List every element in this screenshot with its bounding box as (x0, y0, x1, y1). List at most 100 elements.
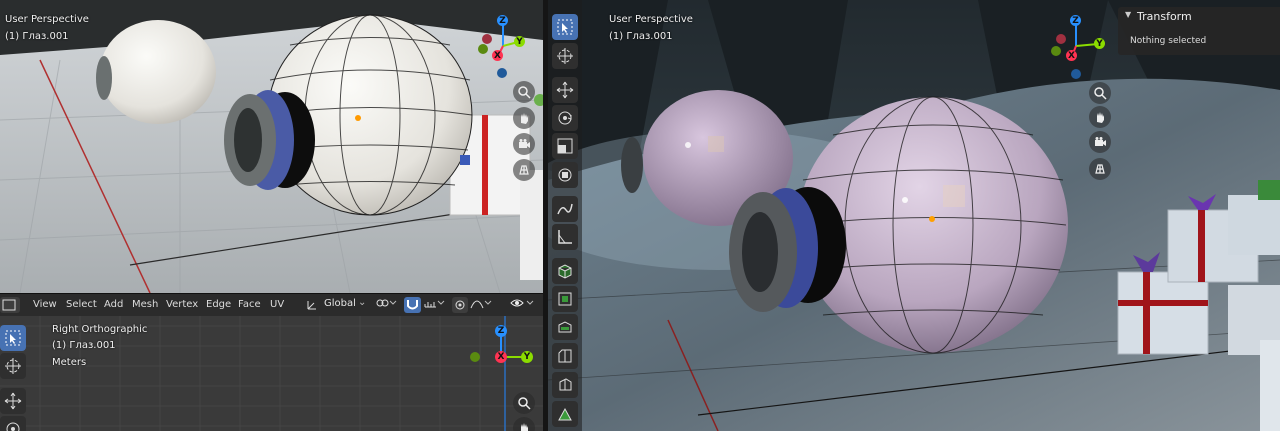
annotate-tool[interactable] (552, 196, 578, 222)
move-icon (556, 81, 574, 99)
right-camera-button[interactable] (1089, 131, 1111, 153)
bevel-icon (558, 349, 572, 363)
grid-icon (519, 165, 529, 175)
add-cube-tool[interactable] (552, 258, 578, 284)
grid-icon (1095, 164, 1105, 174)
loopcut-icon (559, 378, 572, 391)
right-gizmo-y-axis[interactable]: Y (1094, 38, 1105, 49)
right-view-label: User Perspective (609, 14, 693, 25)
panel-collapse-icon: ▼ (1125, 10, 1132, 19)
knife-tool[interactable] (552, 401, 578, 427)
visibility-dropdown[interactable] (510, 296, 540, 314)
pivot-point-dropdown[interactable] (375, 296, 401, 314)
ortho-zoom-button[interactable] (513, 392, 535, 414)
transform-orientation-dropdown[interactable]: Global ⌄ (306, 296, 368, 314)
scale-tool[interactable] (552, 133, 578, 159)
right-pan-button[interactable] (1089, 106, 1111, 128)
rotate-icon (558, 111, 572, 125)
editor-type-icon (2, 299, 16, 311)
menu-add[interactable]: Add (104, 294, 123, 316)
loopcut-tool[interactable] (552, 372, 578, 398)
move-tool[interactable] (552, 77, 578, 103)
left-gizmo-neg-y-axis[interactable] (478, 44, 488, 54)
annotate-icon (557, 203, 573, 215)
left-gizmo-z-axis[interactable]: Z (497, 15, 508, 26)
menu-mesh[interactable]: Mesh (132, 294, 158, 316)
transform-orientation-value: Global (324, 298, 356, 309)
chevron-down-icon: ⌄ (358, 297, 367, 308)
left-gizmo-x-axis[interactable]: X (492, 50, 503, 61)
rotate-icon (6, 422, 20, 431)
hand-icon (521, 423, 528, 431)
left-zoom-button[interactable] (513, 81, 535, 103)
ortho-move-tool[interactable] (0, 388, 26, 414)
left-pan-button[interactable] (513, 107, 535, 129)
scale-icon (557, 138, 573, 154)
ortho-axis-gizmo[interactable]: Z Y X (465, 322, 540, 372)
editor-type-button[interactable] (0, 297, 20, 313)
ortho-viewport[interactable]: Right Orthographic (1) Глаз.001 Meters Z… (0, 316, 543, 431)
falloff-curve-icon (470, 300, 492, 309)
ortho-select-tool[interactable] (0, 325, 26, 351)
left-view-label: User Perspective (5, 14, 89, 25)
menu-uv[interactable]: UV (270, 294, 284, 316)
eye-icon (510, 299, 534, 307)
left-gizmo-neg-z-axis[interactable] (497, 68, 507, 78)
transform-panel-header[interactable]: ▼ Transform (1118, 7, 1280, 27)
right-axis-gizmo[interactable]: Z Y X (1048, 12, 1108, 84)
menu-vertex[interactable]: Vertex (166, 294, 198, 316)
snap-target-dropdown[interactable] (423, 296, 447, 314)
extrude-tool[interactable] (552, 286, 578, 312)
cursor-tool[interactable] (552, 43, 578, 69)
left-viewport[interactable]: User Perspective (1) Глаз.001 Z Y X (0, 0, 543, 293)
zoom-icon (1094, 87, 1107, 100)
select-icon (5, 330, 21, 346)
right-viewport[interactable]: User Perspective (1) Глаз.001 Z Y X ▼ Tr… (548, 0, 1280, 431)
proportional-edit-button[interactable] (452, 297, 468, 313)
pivot-icon (376, 299, 397, 307)
left-axis-gizmo[interactable]: Z Y X (470, 12, 530, 84)
ortho-gizmo-neg-y-axis[interactable] (470, 352, 480, 362)
ortho-cursor-tool[interactable] (0, 353, 26, 379)
rotate-tool[interactable] (552, 105, 578, 131)
menu-edge[interactable]: Edge (206, 294, 231, 316)
knife-icon (558, 407, 572, 421)
left-ortho-toggle-button[interactable] (513, 159, 535, 181)
menu-face[interactable]: Face (238, 294, 261, 316)
ortho-units-label: Meters (52, 357, 87, 368)
right-gizmo-z-axis[interactable]: Z (1070, 15, 1081, 26)
ortho-gizmo-y-axis[interactable]: Y (521, 351, 533, 363)
left-camera-button[interactable] (513, 133, 535, 155)
right-gizmo-neg-y-axis[interactable] (1051, 46, 1061, 56)
right-ortho-toggle-button[interactable] (1089, 158, 1111, 180)
right-zoom-button[interactable] (1089, 82, 1111, 104)
hand-icon (521, 113, 528, 124)
transform-panel-message: Nothing selected (1130, 36, 1207, 46)
select-box-tool[interactable] (552, 14, 578, 40)
right-gizmo-x-axis[interactable]: X (1066, 50, 1077, 61)
zoom-icon (518, 397, 531, 410)
measure-tool[interactable] (552, 224, 578, 250)
hand-icon (1097, 112, 1104, 123)
snap-toggle-button[interactable] (404, 297, 421, 313)
falloff-dropdown[interactable] (470, 296, 496, 314)
ortho-gizmo-x-axis[interactable]: X (495, 351, 507, 363)
menu-view[interactable]: View (33, 294, 57, 316)
left-gizmo-y-axis[interactable]: Y (514, 36, 525, 47)
bevel-tool[interactable] (552, 343, 578, 369)
right-toolbar (548, 0, 582, 431)
left-gizmo-neg-x-axis[interactable] (482, 34, 492, 44)
transform-tool[interactable] (552, 162, 578, 188)
orientation-icon (307, 301, 316, 310)
ortho-gizmo-z-axis[interactable]: Z (495, 325, 507, 337)
transform-panel: ▼ Transform Nothing selected (1118, 7, 1280, 55)
ortho-object-label: (1) Глаз.001 (52, 340, 116, 351)
menu-select[interactable]: Select (66, 294, 97, 316)
ortho-toolbar (0, 316, 32, 431)
right-gizmo-neg-x-axis[interactable] (1056, 34, 1066, 44)
transform-panel-title: Transform (1137, 10, 1192, 23)
ortho-rotate-tool[interactable] (0, 416, 26, 431)
right-gizmo-neg-z-axis[interactable] (1071, 69, 1081, 79)
inset-tool[interactable] (552, 314, 578, 340)
camera-icon (519, 139, 530, 148)
